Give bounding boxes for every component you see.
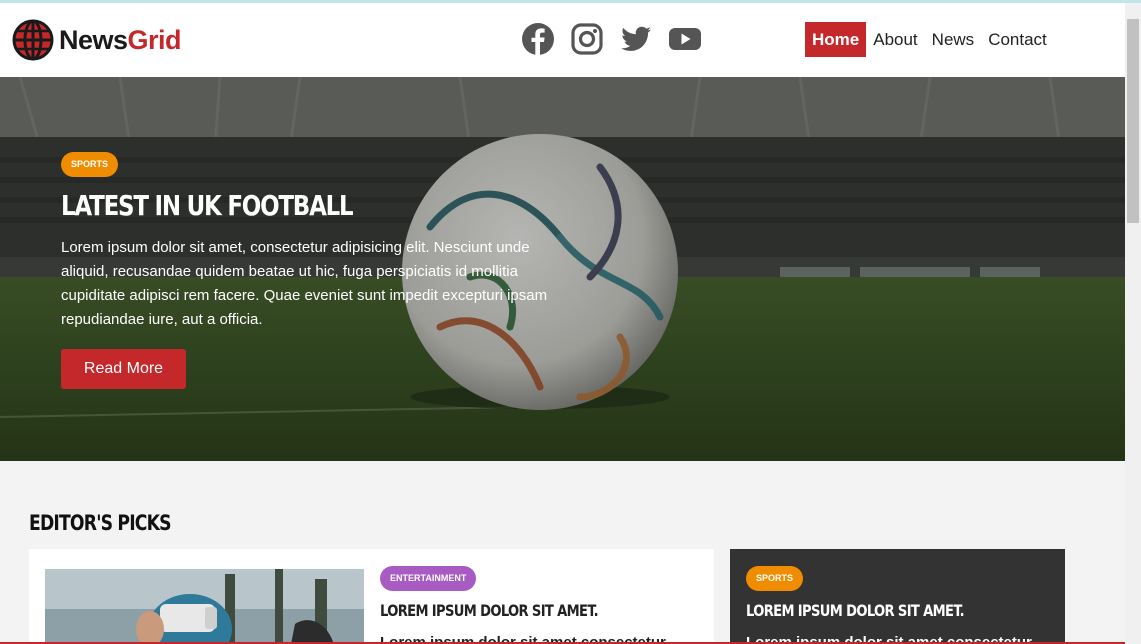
nav-news[interactable]: News	[925, 22, 982, 57]
nav-contact[interactable]: Contact	[981, 22, 1054, 57]
main-menu: Home About News Contact	[805, 22, 1054, 57]
nav-about[interactable]: About	[866, 22, 924, 57]
brand-name-part1: News	[59, 24, 128, 55]
youtube-icon[interactable]	[668, 22, 702, 56]
page-scrollbar[interactable]	[1125, 3, 1141, 644]
logo[interactable]: NewsGrid	[12, 18, 182, 62]
card-category-badge[interactable]: Entertainment	[380, 566, 477, 591]
brand-name: NewsGrid	[59, 24, 182, 56]
social-links	[521, 22, 717, 56]
card-info: Sports Lorem ipsum dolor sit amet. Lorem…	[746, 566, 1032, 644]
card-category-badge[interactable]: Sports	[746, 566, 804, 591]
brand-name-part2: Grid	[127, 24, 182, 55]
hero-section: Sports Latest in UK Football Lorem ipsum…	[0, 77, 1125, 461]
pick-card-entertainment[interactable]: Entertainment Lorem ipsum dolor sit amet…	[29, 549, 714, 644]
card-info: Entertainment Lorem ipsum dolor sit amet…	[380, 566, 666, 644]
hero-description: Lorem ipsum dolor sit amet, consectetur …	[61, 239, 548, 328]
editors-picks-heading: Editor's Picks	[29, 511, 172, 535]
scrollbar-thumb[interactable]	[1127, 19, 1139, 223]
card-title[interactable]: Lorem ipsum dolor sit amet.	[380, 601, 614, 620]
instagram-icon[interactable]	[570, 22, 604, 56]
navbar: NewsGrid Home About News Contact	[0, 3, 1125, 77]
pick-card-sports[interactable]: Sports Lorem ipsum dolor sit amet. Lorem…	[730, 549, 1065, 644]
hero-category-badge[interactable]: Sports	[61, 152, 119, 177]
hero-title: Latest in UK Football	[61, 189, 354, 222]
read-more-button[interactable]: Read More	[61, 349, 186, 389]
hero-content: Sports Latest in UK Football Lorem ipsum…	[61, 152, 561, 389]
card-thumbnail-image[interactable]	[45, 569, 364, 644]
nav-home[interactable]: Home	[805, 22, 867, 57]
twitter-icon[interactable]	[619, 22, 653, 56]
card-title[interactable]: Lorem ipsum dolor sit amet.	[746, 601, 980, 620]
globe-icon	[12, 19, 54, 61]
facebook-icon[interactable]	[521, 22, 555, 56]
